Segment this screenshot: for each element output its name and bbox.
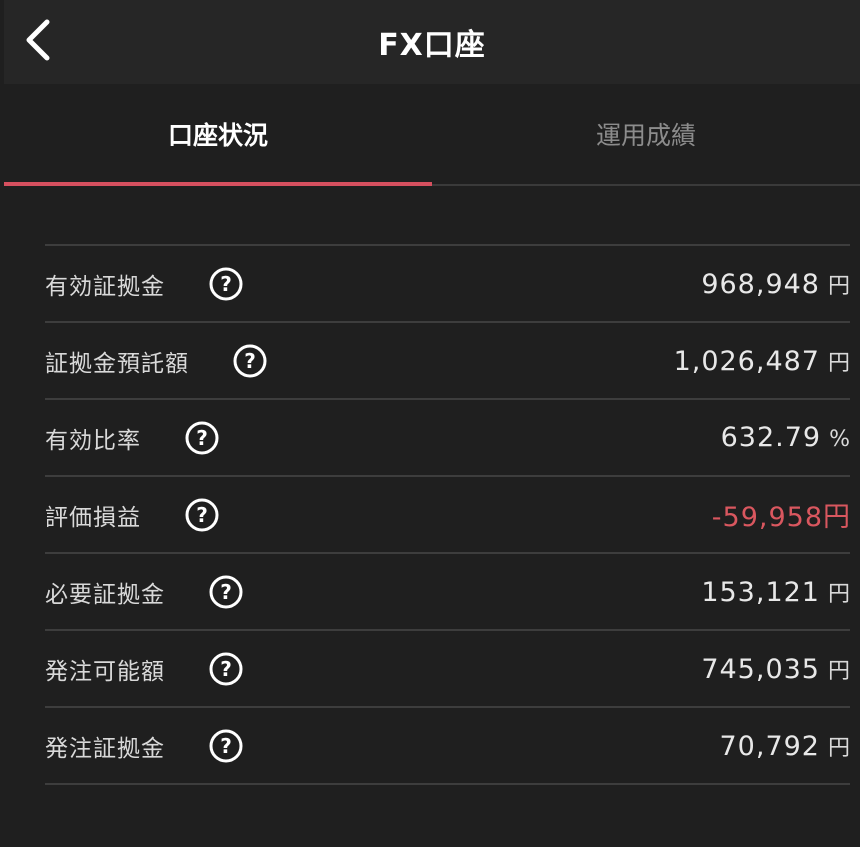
- row-label: 有効証拠金: [45, 273, 165, 300]
- row-unit: 円: [827, 350, 850, 376]
- row-value: 70,792: [719, 730, 820, 762]
- fx-account-screen: FX口座 口座状況 運用成績 有効証拠金 ? 968,948 円 証拠金預託額 …: [0, 0, 860, 847]
- row-label: 評価損益: [45, 504, 141, 531]
- row-unrealized-pl: 評価損益 ? -59,958 円: [45, 477, 850, 554]
- question-circle-icon[interactable]: ?: [185, 421, 219, 455]
- row-order-margin: 発注証拠金 ? 70,792 円: [45, 708, 850, 785]
- account-info-list: 有効証拠金 ? 968,948 円 証拠金預託額 ? 1,026,487 円 有…: [45, 244, 850, 785]
- svg-text:?: ?: [244, 349, 256, 373]
- row-label: 必要証拠金: [45, 581, 165, 608]
- question-circle-icon[interactable]: ?: [209, 575, 243, 609]
- svg-text:?: ?: [220, 657, 232, 681]
- question-circle-icon[interactable]: ?: [185, 498, 219, 532]
- tab-performance[interactable]: 運用成績: [432, 84, 860, 184]
- row-unit: 円: [827, 273, 850, 299]
- question-circle-icon[interactable]: ?: [209, 729, 243, 763]
- top-bar: FX口座: [4, 0, 860, 84]
- row-label: 発注可能額: [45, 658, 165, 685]
- row-unit: 円: [827, 658, 850, 684]
- row-unit: 円: [827, 735, 850, 761]
- row-value: -59,958: [711, 502, 823, 533]
- row-label: 発注証拠金: [45, 735, 165, 762]
- back-button[interactable]: [18, 18, 58, 62]
- row-value: 153,121: [701, 576, 820, 608]
- row-unit: %: [829, 427, 850, 452]
- question-circle-icon[interactable]: ?: [209, 267, 243, 301]
- row-unit: 円: [823, 502, 850, 533]
- row-effective-margin: 有効証拠金 ? 968,948 円: [45, 246, 850, 323]
- tab-bar: 口座状況 運用成績: [4, 84, 860, 186]
- row-label: 証拠金預託額: [45, 350, 189, 377]
- question-circle-icon[interactable]: ?: [209, 652, 243, 686]
- row-unit: 円: [827, 581, 850, 607]
- row-label: 有効比率: [45, 427, 141, 454]
- row-value: 968,948: [701, 268, 820, 300]
- row-margin-deposit: 証拠金預託額 ? 1,026,487 円: [45, 323, 850, 400]
- svg-text:?: ?: [196, 503, 208, 527]
- svg-text:?: ?: [196, 426, 208, 450]
- row-required-margin: 必要証拠金 ? 153,121 円: [45, 554, 850, 631]
- row-value: 745,035: [701, 653, 820, 685]
- row-value: 632.79: [720, 422, 822, 453]
- tab-account-status[interactable]: 口座状況: [4, 84, 432, 186]
- chevron-left-icon: [26, 19, 50, 61]
- question-circle-icon[interactable]: ?: [233, 344, 267, 378]
- svg-text:?: ?: [220, 734, 232, 758]
- svg-text:?: ?: [220, 580, 232, 604]
- svg-text:?: ?: [220, 272, 232, 296]
- row-orderable-amount: 発注可能額 ? 745,035 円: [45, 631, 850, 708]
- row-value: 1,026,487: [673, 345, 820, 377]
- row-effective-ratio: 有効比率 ? 632.79 %: [45, 400, 850, 477]
- page-title: FX口座: [378, 28, 486, 63]
